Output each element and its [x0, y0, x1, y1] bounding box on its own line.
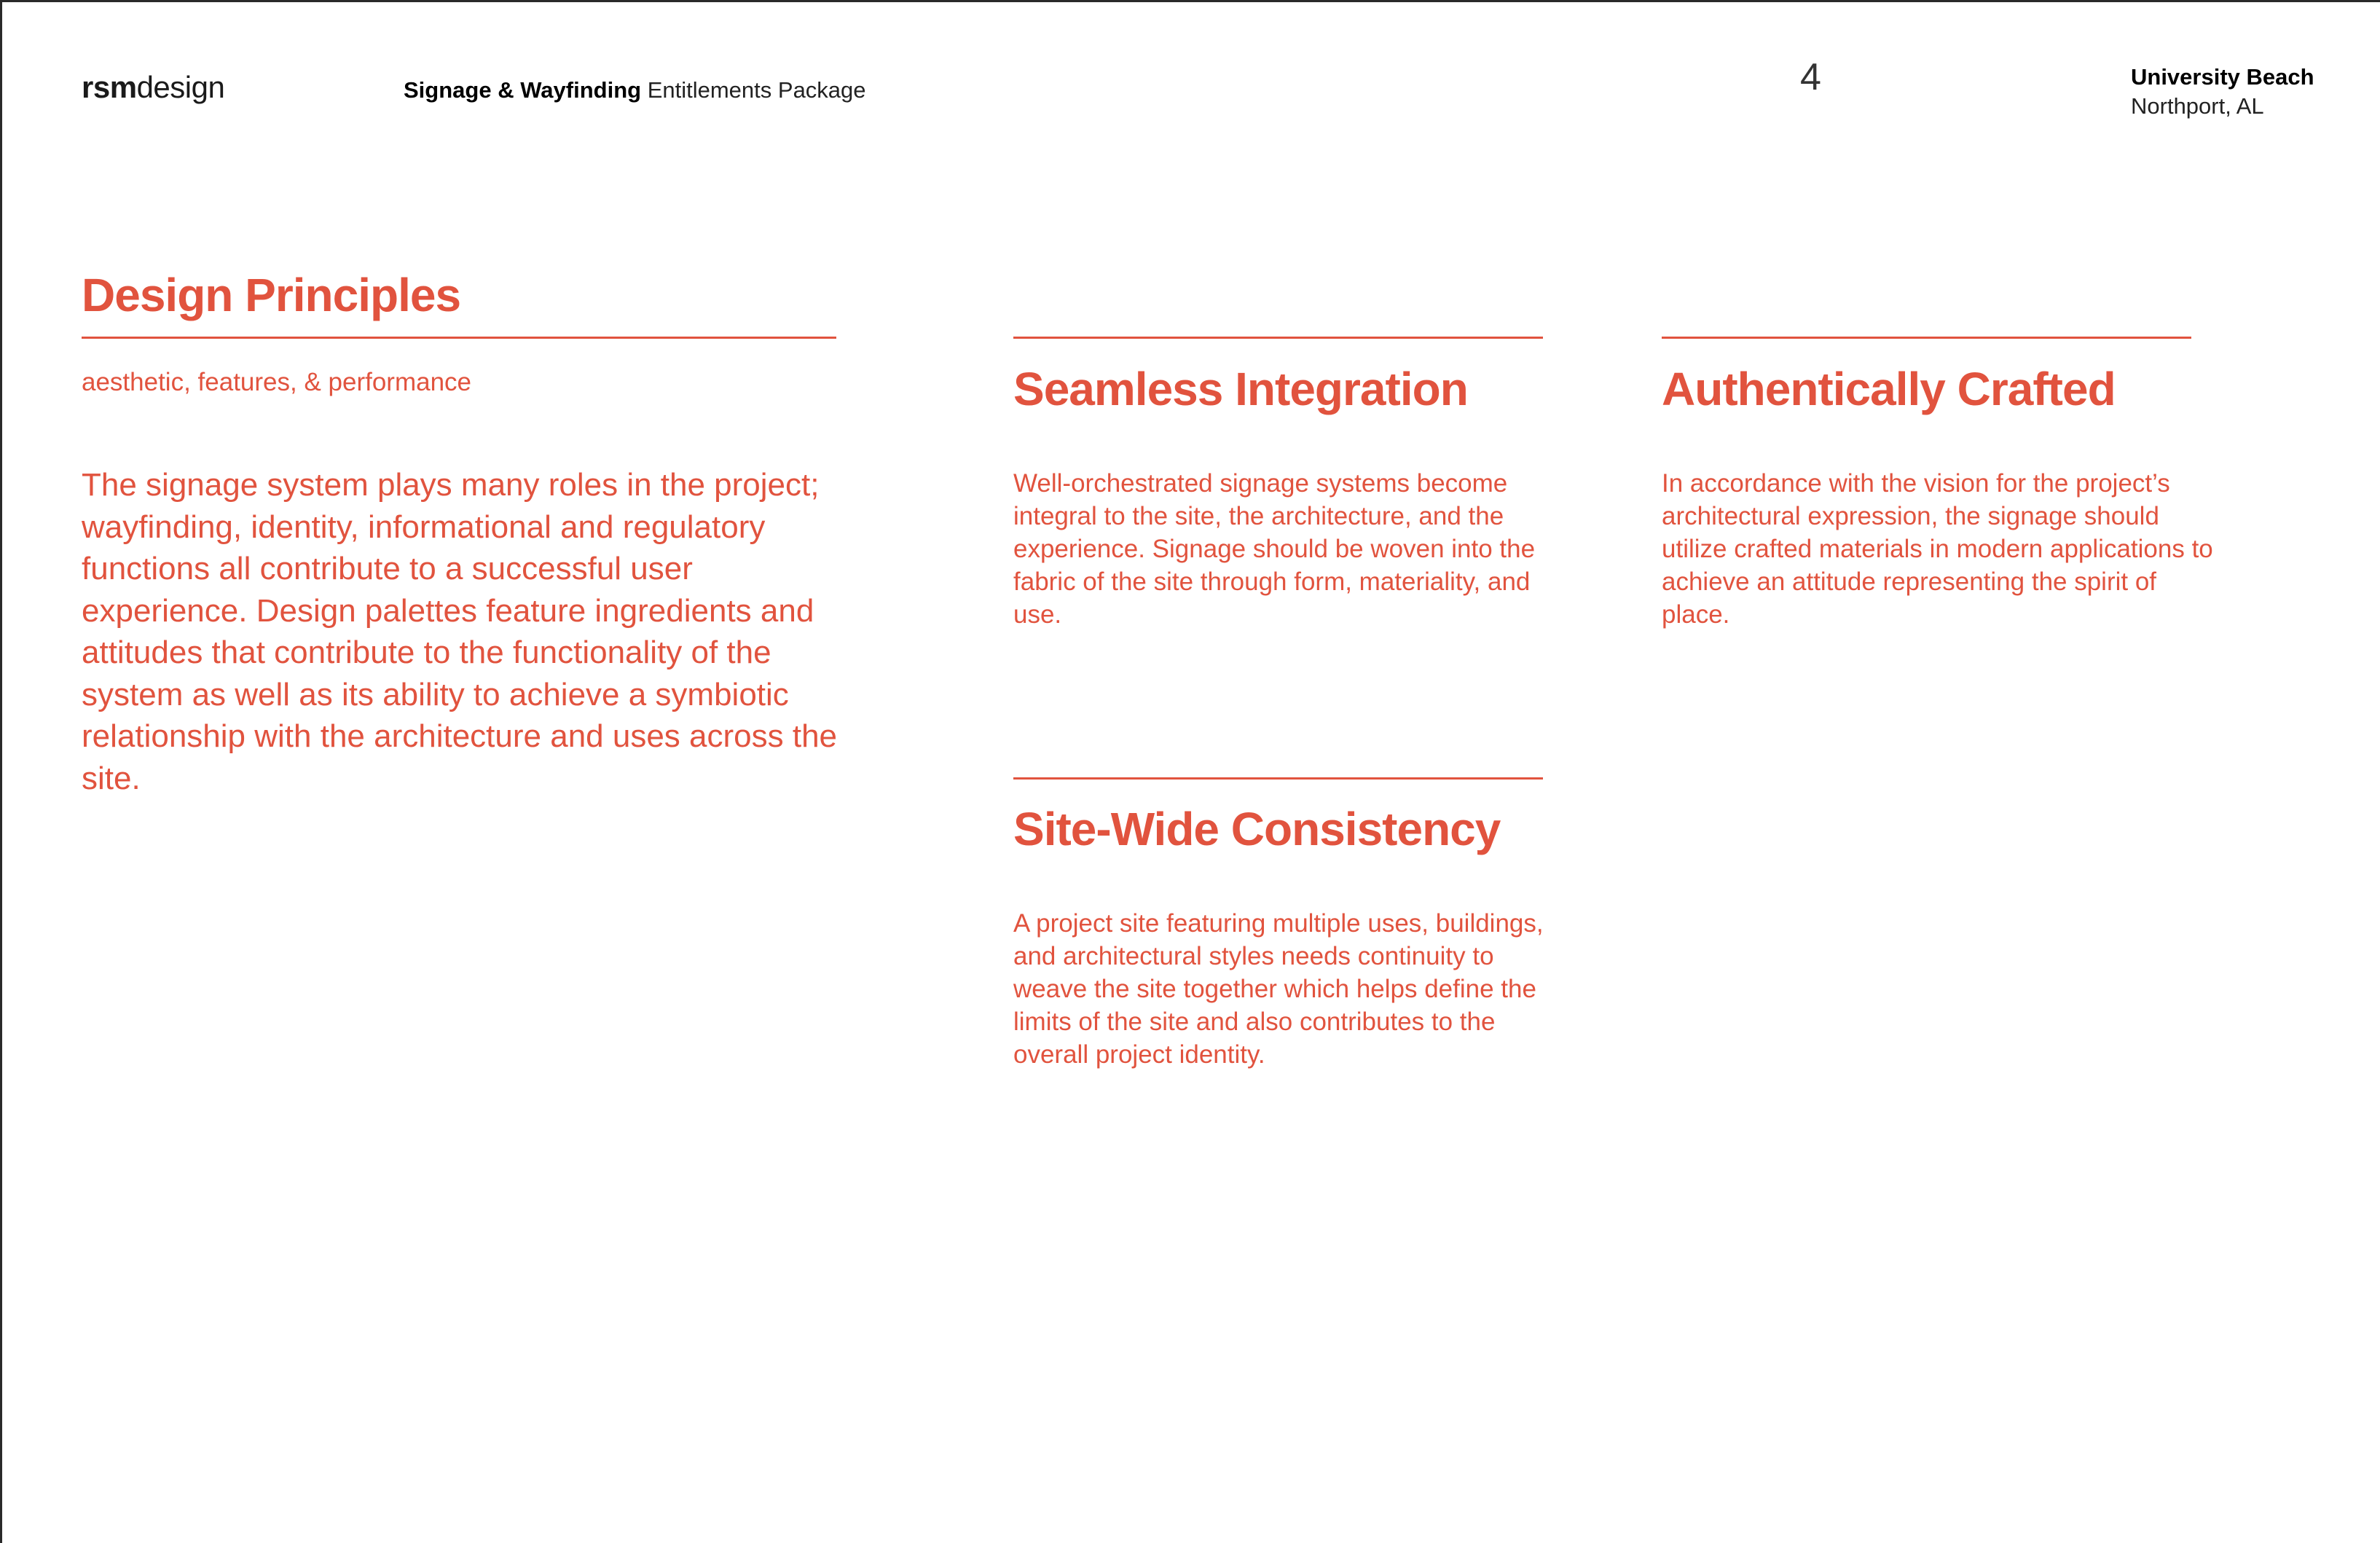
section-divider	[1662, 337, 2191, 339]
page-title: Design Principles	[82, 269, 461, 321]
section-divider	[1013, 337, 1543, 339]
page-number: 4	[1800, 56, 1821, 98]
section-heading: Seamless Integration	[1013, 363, 1469, 415]
section-divider	[1013, 777, 1543, 780]
document-title-light: Entitlements Package	[647, 77, 866, 103]
document-title: Signage & Wayfinding Entitlements Packag…	[404, 77, 866, 103]
project-info: University Beach Northport, AL	[2131, 63, 2314, 121]
project-location: Northport, AL	[2131, 93, 2264, 119]
intro-paragraph: The signage system plays many roles in t…	[82, 467, 838, 796]
brand-logo: rsmdesign	[82, 70, 225, 105]
page-subtitle: aesthetic, features, & performance	[82, 368, 471, 396]
section-body: In accordance with the vision for the pr…	[1662, 469, 2213, 629]
project-name: University Beach	[2131, 64, 2314, 90]
section-body: Well-orchestrated signage systems become…	[1013, 469, 1536, 629]
brand-logo-light: design	[136, 70, 225, 104]
brand-logo-bold: rsm	[82, 70, 137, 104]
section-body: A project site featuring multiple uses, …	[1013, 909, 1544, 1069]
title-divider	[82, 337, 836, 339]
section-heading: Authentically Crafted	[1662, 363, 2116, 415]
section-heading: Site-Wide Consistency	[1013, 803, 1501, 855]
document-title-bold: Signage & Wayfinding	[404, 77, 642, 103]
